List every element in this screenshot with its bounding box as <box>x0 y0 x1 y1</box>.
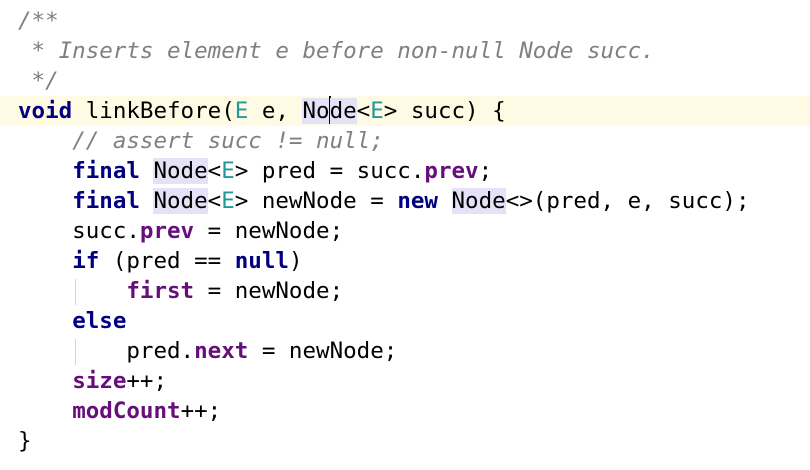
code-token-cmt: * Inserts element e before non-null Node… <box>18 38 655 64</box>
code-token-plain: <>(pred, e, succ); <box>505 188 750 214</box>
code-token-plain: ++; <box>126 368 168 394</box>
code-token-plain: < <box>356 98 371 124</box>
code-token-plain: linkBefore( <box>72 98 235 124</box>
code-line-text: succ.prev = newNode; <box>18 216 343 246</box>
code-line[interactable]: succ.prev = newNode; <box>0 216 810 246</box>
code-line-text: final Node<E> pred = succ.prev; <box>18 156 492 186</box>
code-line-current[interactable]: void linkBefore(E e, Node<E> succ) { <box>0 96 810 126</box>
code-line-text: void linkBefore(E e, Node<E> succ) { <box>18 96 506 126</box>
code-line-text: if (pred == null) <box>18 246 302 276</box>
code-token-plain: ; <box>478 158 493 184</box>
code-token-plain: e, <box>248 98 303 124</box>
code-line[interactable]: final Node<E> pred = succ.prev; <box>0 156 810 186</box>
code-line-text: modCount++; <box>18 396 221 426</box>
code-token-tp: E <box>221 188 235 214</box>
code-token-plain: = newNode; <box>248 338 398 364</box>
code-token-tp: E <box>221 158 235 184</box>
code-token-kw: null <box>234 248 289 274</box>
code-line-text: } <box>18 426 32 456</box>
code-token-field: prev <box>424 158 479 184</box>
code-line-text: size++; <box>18 366 167 396</box>
code-line-text: first = newNode; <box>18 276 343 306</box>
code-token-plain: succ. <box>18 218 140 244</box>
code-line[interactable]: final Node<E> newNode = new Node<>(pred,… <box>0 186 810 216</box>
code-line[interactable]: modCount++; <box>0 396 810 426</box>
code-line[interactable]: else <box>0 306 810 336</box>
code-line-text: // assert succ != null; <box>18 126 384 156</box>
code-token-hl: Node <box>153 158 208 184</box>
code-token-plain: ++; <box>180 398 222 424</box>
code-line[interactable]: /** <box>0 6 810 36</box>
code-token-tp: E <box>234 98 249 124</box>
code-token-kw: else <box>72 308 127 334</box>
code-token-hl: Node <box>451 188 506 214</box>
code-token-plain: ) <box>288 248 303 274</box>
code-line-text: */ <box>18 66 59 96</box>
code-token-plain: pred. <box>18 338 195 364</box>
code-token-kw: final <box>72 158 140 184</box>
code-token-plain: } <box>18 428 32 454</box>
code-token-kw: new <box>397 188 438 214</box>
code-token-field: size <box>72 368 127 394</box>
code-token-cmt: */ <box>18 68 59 94</box>
code-line[interactable]: */ <box>0 66 810 96</box>
code-token-cmt: /** <box>18 8 59 34</box>
code-line[interactable]: // assert succ != null; <box>0 126 810 156</box>
code-token-plain: > succ) { <box>383 98 506 124</box>
code-token-plain: > newNode = <box>234 188 398 214</box>
code-token-plain: (pred == <box>99 248 235 274</box>
code-token-cmt: // assert succ != null; <box>72 128 384 154</box>
code-token-field: next <box>194 338 249 364</box>
code-line[interactable]: first = newNode; <box>0 276 810 306</box>
code-token-tp: E <box>370 98 384 124</box>
code-token-hl: No <box>302 98 330 124</box>
indent-guide <box>75 339 77 365</box>
code-token-field: prev <box>139 218 195 244</box>
code-line[interactable]: pred.next = newNode; <box>0 336 810 366</box>
code-line-text: * Inserts element e before non-null Node… <box>18 36 655 66</box>
code-token-hl: de <box>329 98 357 124</box>
code-line[interactable]: * Inserts element e before non-null Node… <box>0 36 810 66</box>
indent-guide <box>75 279 77 305</box>
code-token-field: modCount <box>72 398 181 424</box>
code-token-plain: = newNode; <box>194 278 344 304</box>
code-token-plain: < <box>207 158 222 184</box>
code-token-plain: > pred = succ. <box>234 158 425 184</box>
code-editor[interactable]: /** * Inserts element e before non-null … <box>0 0 810 470</box>
code-line[interactable]: if (pred == null) <box>0 246 810 276</box>
code-token-kw: void <box>18 98 73 124</box>
code-token-hl: Node <box>153 188 208 214</box>
code-line-text: else <box>18 306 126 336</box>
code-token-kw: final <box>72 188 140 214</box>
code-line-text: final Node<E> newNode = new Node<>(pred,… <box>18 186 750 216</box>
code-line[interactable]: } <box>0 426 810 456</box>
code-token-kw: if <box>72 248 100 274</box>
code-line[interactable]: size++; <box>0 366 810 396</box>
code-token-plain: = newNode; <box>194 218 344 244</box>
code-token-plain: < <box>207 188 222 214</box>
code-token-field: first <box>126 278 195 304</box>
code-line-text: /** <box>18 6 59 36</box>
